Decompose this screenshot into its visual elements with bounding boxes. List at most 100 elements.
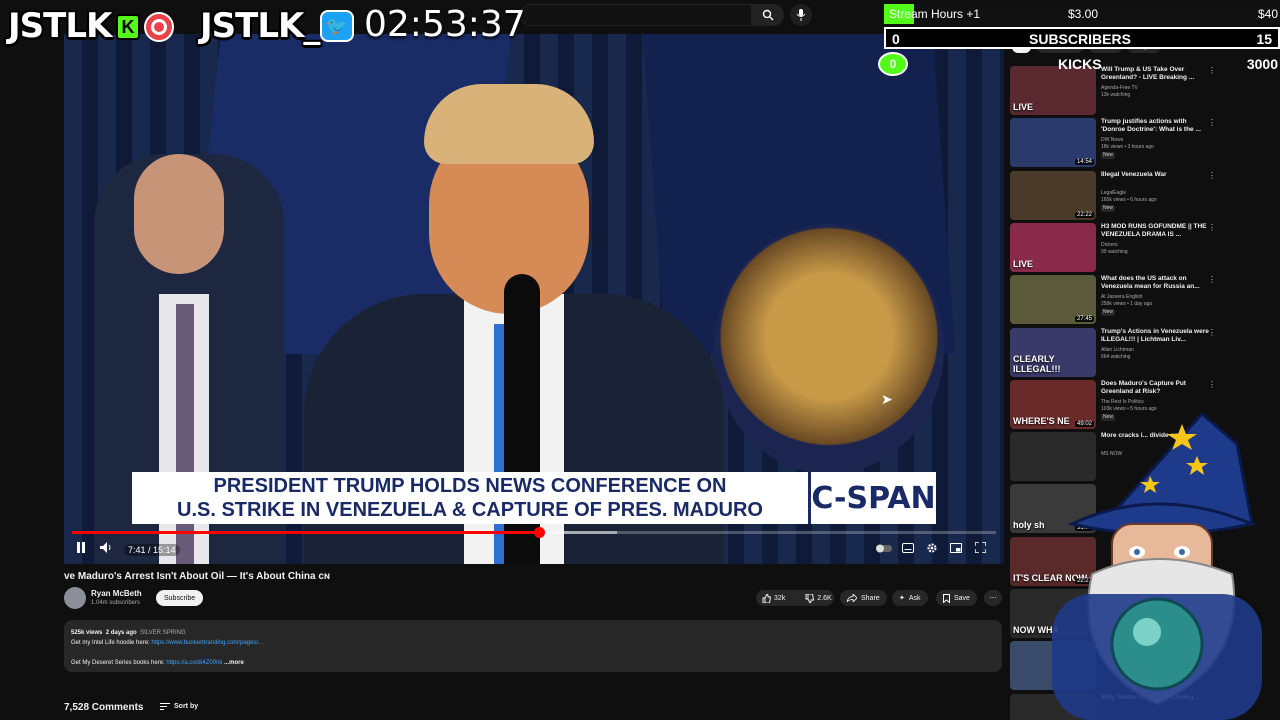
duration-badge: 14:54 (1074, 159, 1094, 166)
more-vertical-icon[interactable]: ⋮ (1208, 380, 1216, 389)
subscribe-button[interactable]: Subscribe (156, 590, 204, 606)
video-thumbnail[interactable]: 14:54 (1010, 118, 1096, 168)
ask-label: Ask (908, 594, 921, 602)
recommended-channel[interactable]: Al Jazeera English (1101, 294, 1211, 301)
sparkle-icon: ✦ (899, 595, 905, 602)
recommended-video[interactable]: 22:22 Illegal Venezuela War LegalEagle 165k… (1010, 170, 1270, 221)
sort-label: Sort by (174, 703, 199, 710)
progress-bar[interactable] (72, 527, 996, 538)
save-button[interactable]: Save (936, 590, 977, 606)
description-box[interactable]: 525k views 2 days ago SILVER SPRING Get … (64, 620, 1002, 672)
share-button[interactable]: Share (840, 590, 887, 606)
new-badge: New (1101, 309, 1116, 317)
recommended-title[interactable]: H3 MOD RUNS GOFUNDME || THE VENEZUELA DR… (1101, 223, 1211, 239)
sort-comments-button[interactable]: Sort by (160, 703, 198, 710)
new-badge: New (1101, 152, 1116, 160)
recommended-video[interactable]: 14:54 Trump justifies actions with 'Donro… (1010, 118, 1270, 168)
thumbnail-caption: holy sh (1013, 520, 1045, 531)
more-vertical-icon[interactable]: ⋮ (1208, 275, 1216, 284)
comments-count: 7,528 Comments (64, 702, 144, 713)
more-vertical-icon[interactable]: ⋮ (1208, 328, 1216, 337)
like-count: 32k (774, 594, 786, 602)
stream-hours-goal: Stream Hours +1 $3.00 $40 (884, 4, 1280, 24)
recommended-title[interactable]: Does Maduro's Capture Put Greenland at R… (1101, 380, 1211, 396)
like-button[interactable]: 32k (756, 590, 791, 606)
ask-button[interactable]: ✦ Ask (892, 590, 928, 606)
recommended-channel[interactable]: LegalEagle (1101, 190, 1211, 197)
twitter-bird-icon: 🐦 (320, 10, 354, 42)
show-more-link[interactable]: ...more (224, 660, 244, 666)
video-thumbnail[interactable]: LIVE (1010, 222, 1096, 272)
wizard-mascot-image (1052, 411, 1262, 720)
thumbnail-caption: CLEARLY ILLEGAL!!! (1013, 353, 1061, 374)
video-player[interactable]: PRESIDENT TRUMP HOLDS NEWS CONFERENCE ON… (64, 34, 1004, 564)
player-controls: 7:41 / 15:14 (64, 538, 1004, 564)
pause-button[interactable] (76, 542, 86, 556)
recommended-meta: 18k views • 3 hours ago (1101, 144, 1154, 151)
video-thumbnail[interactable]: 27:45 (1010, 275, 1096, 325)
recommended-channel[interactable]: Agenda-Free TV (1101, 85, 1211, 92)
recommended-title[interactable]: Trump's Actions in Venezuela were ILLEGA… (1101, 328, 1211, 344)
subtitles-button[interactable] (902, 542, 914, 556)
mouse-cursor: ➤ (881, 391, 893, 407)
description-link[interactable]: https://a.co/d/4Z00nk (166, 660, 222, 666)
more-horizontal-icon: ⋯ (989, 595, 997, 602)
screen: PRESIDENT TRUMP HOLDS NEWS CONFERENCE ON… (0, 0, 1280, 720)
stream-hours-amount: $3.00 (1068, 7, 1099, 21)
autoplay-toggle[interactable] (876, 542, 892, 556)
search-icon (762, 9, 774, 21)
recommended-meta: 165k views • 6 hours ago (1101, 196, 1157, 203)
fullscreen-button[interactable] (974, 541, 987, 556)
voice-search-button[interactable] (790, 4, 812, 26)
search-input[interactable] (520, 4, 752, 26)
time-display: 7:41 / 15:14 (124, 544, 180, 556)
more-vertical-icon[interactable]: ⋮ (1208, 118, 1216, 127)
video-thumbnail[interactable]: 22:22 (1010, 170, 1096, 220)
search-button[interactable] (752, 4, 784, 26)
dislike-button[interactable]: 2.6K (799, 590, 837, 606)
autoplay-toggle-icon (876, 544, 892, 553)
kicks-goal: 0 KICKS 3000 (878, 52, 1280, 76)
recommended-channel[interactable]: DW News (1101, 137, 1211, 144)
like-dislike-group: 32k 2.6K (756, 590, 834, 606)
chyron-line-2: U.S. STRIKE IN VENEZUELA & CAPTURE OF PR… (177, 499, 763, 521)
news-chyron: PRESIDENT TRUMP HOLDS NEWS CONFERENCE ON… (132, 472, 936, 524)
scrubber-handle[interactable] (533, 527, 545, 538)
recommended-title[interactable]: Illegal Venezuela War (1101, 171, 1211, 179)
channel-name[interactable]: Ryan McBeth (91, 589, 142, 598)
more-vertical-icon[interactable]: ⋮ (1208, 171, 1216, 180)
volume-button[interactable] (100, 542, 113, 556)
microphone-icon (796, 9, 806, 21)
recommended-meta: 258k views • 1 day ago (1101, 301, 1153, 308)
kicks-goal-value: 3000 (1246, 56, 1278, 72)
recommended-meta: 13k watching (1101, 92, 1131, 98)
played-bar (72, 531, 539, 534)
recommended-video[interactable]: 27:45 What does the US attack on Venezuel… (1010, 275, 1270, 325)
presidential-seal-graphic (714, 224, 944, 474)
recommended-channel[interactable]: Dickers (1101, 242, 1211, 249)
more-vertical-icon[interactable]: ⋮ (1208, 223, 1216, 232)
thumbnail-caption: LIVE (1013, 102, 1034, 112)
recommended-title[interactable]: Trump justifies actions with 'Donroe Doc… (1101, 118, 1211, 134)
video-thumbnail[interactable]: CLEARLY ILLEGAL!!! (1010, 327, 1096, 377)
recommended-video[interactable]: LIVE H3 MOD RUNS GOFUNDME || THE VENEZUEL… (1010, 222, 1270, 273)
kick-logo-icon: K (116, 14, 140, 40)
description-link[interactable]: https://www.bunkerbranding.com/pages/... (151, 640, 263, 646)
recommended-video[interactable]: CLEARLY ILLEGAL!!! Trump's Actions in Ven… (1010, 327, 1270, 378)
recommended-title[interactable]: What does the US attack on Venezuela mea… (1101, 275, 1211, 291)
thumbs-down-icon (805, 593, 815, 603)
thumbnail-caption: LIVE (1013, 258, 1034, 269)
recommended-channel[interactable]: Allan Lichtman (1101, 347, 1211, 354)
bookmark-icon (943, 593, 950, 603)
network-logo: C-SPAN (808, 472, 936, 524)
settings-button[interactable] (926, 542, 938, 557)
avatar[interactable] (64, 587, 86, 609)
location-tag[interactable]: SILVER SPRING (140, 630, 186, 636)
miniplayer-button[interactable] (950, 542, 962, 556)
subs-label: SUBSCRIBERS (1029, 31, 1131, 47)
captions-icon (902, 543, 914, 553)
more-actions-button[interactable]: ⋯ (984, 590, 1002, 606)
recommended-meta: 664 watching (1101, 353, 1131, 360)
share-icon (847, 594, 857, 602)
view-count: 525k views (71, 630, 103, 636)
